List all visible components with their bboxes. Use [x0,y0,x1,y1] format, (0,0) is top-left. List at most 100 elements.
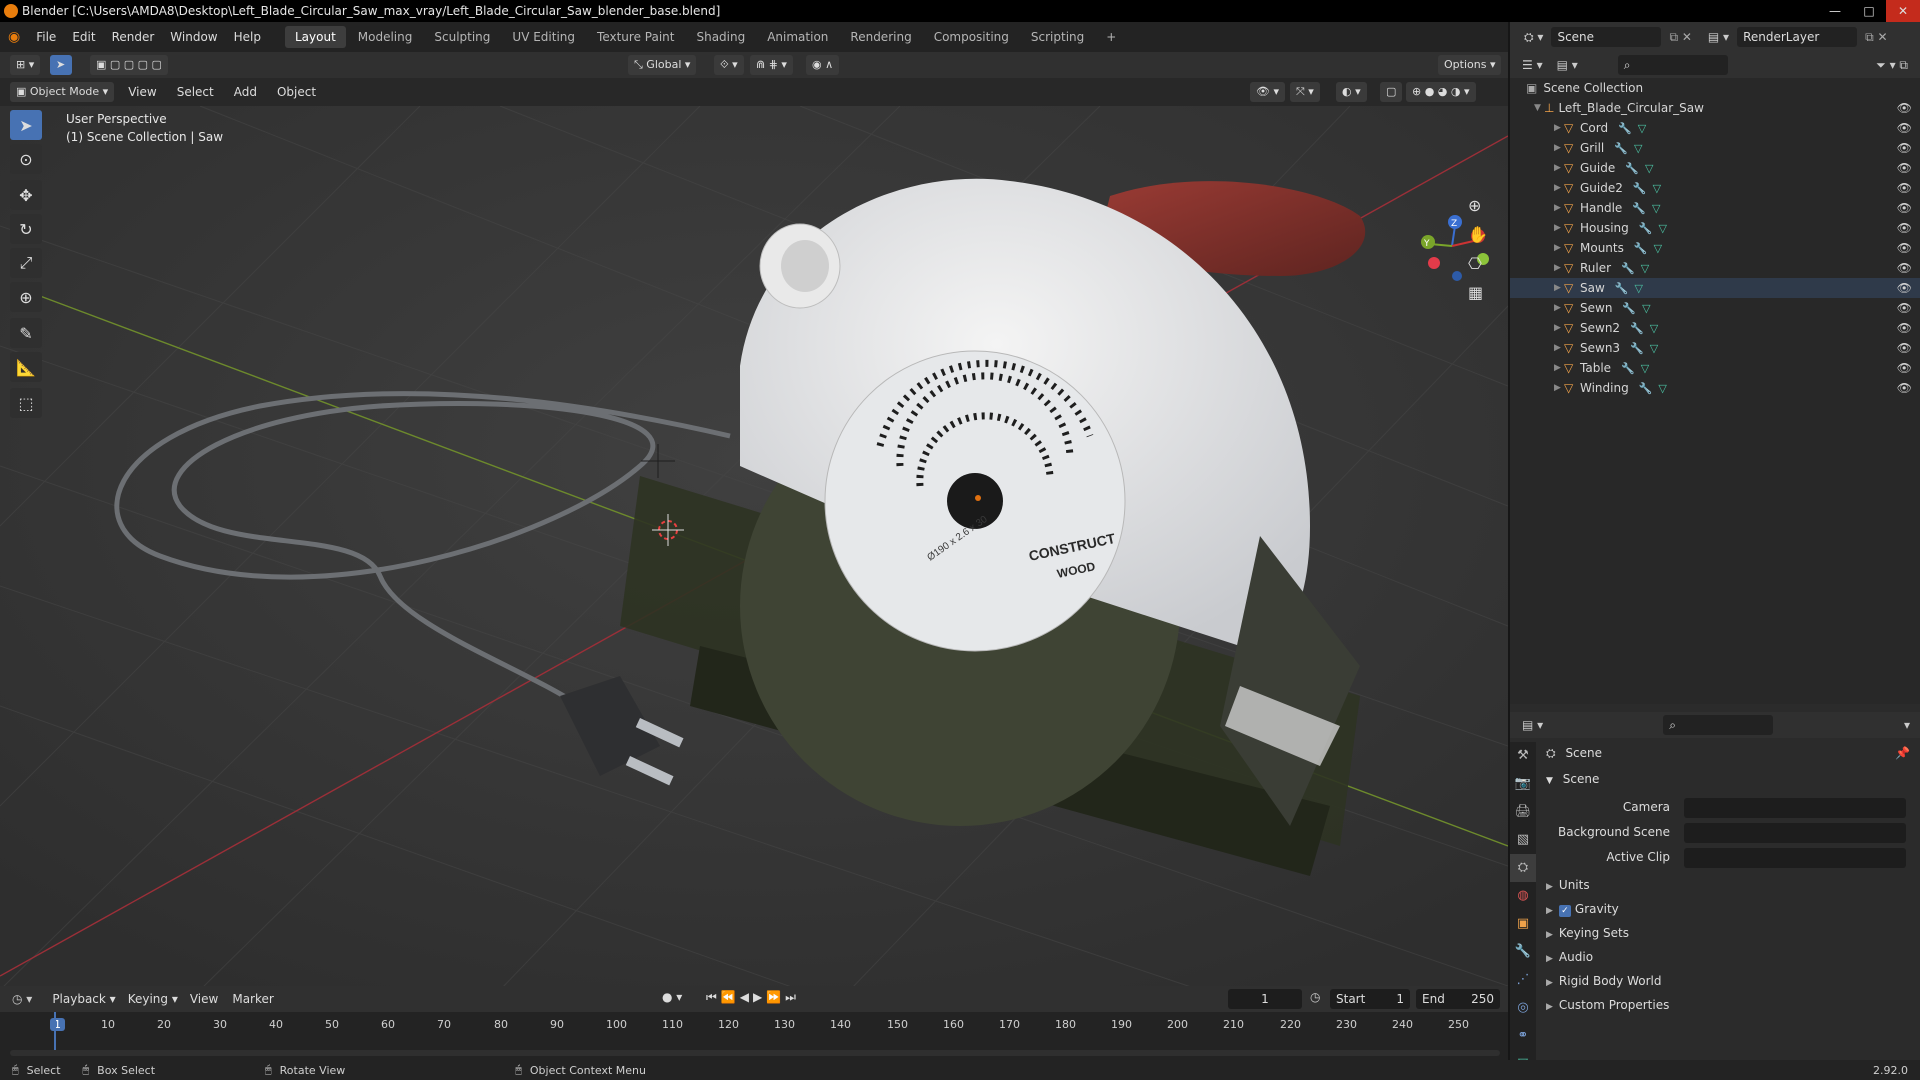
mesh-data-icon[interactable]: ▽ [1638,122,1646,135]
modifier-icon[interactable]: 🔧 [1622,302,1636,315]
visibility-eye-icon[interactable]: 👁 [1897,101,1912,115]
playhead[interactable] [54,1012,56,1052]
mesh-data-icon[interactable]: ▽ [1658,382,1666,395]
subpanel-rigid-body-world[interactable]: ▶ Rigid Body World [1546,974,1916,994]
timeline-scrollbar[interactable] [10,1050,1500,1056]
mesh-data-icon[interactable]: ▽ [1652,202,1660,215]
menu-window[interactable]: Window [162,30,225,44]
particles-tab-icon[interactable]: ⋰ [1510,966,1536,994]
mode-dropdown[interactable]: ▣ Object Mode ▾ [10,82,115,102]
add-cube-tool-icon[interactable]: ⬚ [10,388,42,418]
visibility-eye-icon[interactable]: 👁 [1897,221,1912,235]
mesh-data-icon[interactable]: ▽ [1645,162,1653,175]
outliner-item-saw[interactable]: ▶ ▽ Saw 🔧 ▽ 👁 [1510,278,1920,298]
move-tool-icon[interactable]: ✥ [10,180,42,210]
visibility-eye-icon[interactable]: 👁 [1897,381,1912,395]
select-tool-icon[interactable]: ➤ [50,55,72,75]
subpanel-custom-properties[interactable]: ▶ Custom Properties [1546,998,1916,1018]
expand-icon[interactable]: ▶ [1554,163,1564,173]
constraints-tab-icon[interactable]: ⚭ [1510,1022,1536,1050]
transform-orientation-dropdown[interactable]: ⤡ Global ▾ [628,55,697,75]
grid-perspective-icon[interactable]: ▦ [1468,283,1488,302]
keying-menu[interactable]: Keying ▾ [128,992,178,1006]
outliner-item-table[interactable]: ▶ ▽ Table 🔧 ▽ 👁 [1510,358,1920,378]
outliner-item-housing[interactable]: ▶ ▽ Housing 🔧 ▽ 👁 [1510,218,1920,238]
visibility-icon[interactable]: 👁 ▾ [1250,82,1285,102]
shading-modes-icons[interactable]: ⊕ ● ◕ ◑ ▾ [1406,82,1476,102]
timeline[interactable]: 1 10 20 30 40 50 60 70 80 90 100 110 120 130 140 150 160… [0,1012,1508,1060]
add-workspace-button[interactable]: + [1096,26,1126,48]
outliner-item-handle[interactable]: ▶ ▽ Handle 🔧 ▽ 👁 [1510,198,1920,218]
timeline-view-menu[interactable]: View [190,992,218,1006]
subpanel-keying-sets[interactable]: ▶ Keying Sets [1546,926,1916,946]
properties-editor-icon[interactable]: ▤ ▾ [1522,718,1543,732]
display-mode-icon[interactable]: ▤ ▾ [1557,58,1578,72]
menu-file[interactable]: File [28,30,64,44]
visibility-eye-icon[interactable]: 👁 [1897,301,1912,315]
gizmo-neg-x[interactable] [1428,257,1440,269]
timeline-editor-icon[interactable]: ◷ ▾ [12,992,32,1006]
new-renderlayer-icon[interactable]: ⧉ ✕ [1865,30,1887,45]
playback-controls[interactable]: ⏮⏪◀▶⏩⏭ [706,990,800,1005]
mesh-data-icon[interactable]: ▽ [1658,222,1666,235]
tab-sculpting[interactable]: Sculpting [424,26,500,48]
mesh-data-icon[interactable]: ▽ [1635,282,1643,295]
field-input[interactable] [1684,823,1906,843]
modifier-icon[interactable]: 🔧 [1630,322,1644,335]
select-box-tool-icon[interactable]: ➤ [10,110,42,140]
outliner-item-grill[interactable]: ▶ ▽ Grill 🔧 ▽ 👁 [1510,138,1920,158]
tab-animation[interactable]: Animation [757,26,838,48]
mesh-data-icon[interactable]: ▽ [1654,242,1662,255]
visibility-eye-icon[interactable]: 👁 [1897,361,1912,375]
outliner[interactable]: ☰ ▾ ▤ ▾ ⌕ ⏷ ▾ ⧉ ▣ Scene Collection ▼ ⊥ L… [1510,52,1920,704]
minimize-button[interactable]: — [1818,0,1852,22]
close-button[interactable]: ✕ [1886,0,1920,22]
mesh-data-icon[interactable]: ▽ [1641,262,1649,275]
3d-viewport[interactable]: CONSTRUCT WOOD Ø190 x 2.6 x 30 Z X Y ⊕ ✋… [0,106,1508,990]
options-dropdown[interactable]: Options ▾ [1438,55,1502,75]
outliner-item-winding[interactable]: ▶ ▽ Winding 🔧 ▽ 👁 [1510,378,1920,398]
outliner-item-sewn[interactable]: ▶ ▽ Sewn 🔧 ▽ 👁 [1510,298,1920,318]
snap-icon[interactable]: ⋒ ⋕ ▾ [750,55,793,75]
gizmo-toggle-icon[interactable]: ⤧ ▾ [1290,82,1320,102]
expand-icon[interactable]: ▶ [1554,263,1564,273]
mesh-data-icon[interactable]: ▽ [1653,182,1661,195]
visibility-eye-icon[interactable]: 👁 [1897,121,1912,135]
selection-mode-icons[interactable]: ▣ ▢ ▢ ▢ ▢ [90,55,168,75]
properties-options-icon[interactable]: ▾ [1904,718,1910,732]
menu-object[interactable]: Object [277,85,316,99]
camera-view-icon[interactable]: ⎔ [1468,254,1488,273]
modifier-icon[interactable]: 🔧 [1618,122,1632,135]
mesh-data-icon[interactable]: ▽ [1634,142,1642,155]
menu-render[interactable]: Render [104,30,163,44]
editor-type-icon[interactable]: ⊞ ▾ [10,55,41,75]
expand-icon[interactable]: ▶ [1554,143,1564,153]
proportional-edit-icon[interactable]: ◉ ∧ [806,55,840,75]
scene-tab-icon[interactable]: ⛭ [1510,854,1536,882]
tab-modeling[interactable]: Modeling [348,26,423,48]
view-layer-tab-icon[interactable]: ▧ [1510,826,1536,854]
modifier-icon[interactable]: 🔧 [1639,222,1653,235]
tab-compositing[interactable]: Compositing [924,26,1019,48]
playback-menu[interactable]: Playback ▾ [52,992,115,1006]
current-frame-field[interactable]: 1 [1228,989,1302,1009]
overlay-toggle-icon[interactable]: ◐ ▾ [1336,82,1367,102]
outliner-editor-icon[interactable]: ☰ ▾ [1522,58,1543,72]
expand-icon[interactable]: ▶ [1554,223,1564,233]
gizmo-neg-z[interactable] [1452,271,1462,281]
output-tab-icon[interactable]: 🖨 [1510,798,1536,826]
scale-tool-icon[interactable]: ⤢ [10,248,42,278]
menu-edit[interactable]: Edit [64,30,103,44]
outliner-item-ruler[interactable]: ▶ ▽ Ruler 🔧 ▽ 👁 [1510,258,1920,278]
modifier-icon[interactable]: 🔧 [1625,162,1639,175]
menu-help[interactable]: Help [226,30,269,44]
rotate-tool-icon[interactable]: ↻ [10,214,42,244]
outliner-scene-collection[interactable]: ▣ Scene Collection [1510,78,1920,98]
mesh-data-icon[interactable]: ▽ [1650,322,1658,335]
tab-rendering[interactable]: Rendering [840,26,921,48]
annotate-tool-icon[interactable]: ✎ [10,318,42,348]
physics-tab-icon[interactable]: ◎ [1510,994,1536,1022]
expand-icon[interactable]: ▶ [1554,303,1564,313]
maximize-button[interactable]: □ [1852,0,1886,22]
subpanel-units[interactable]: ▶ Units [1546,878,1916,898]
